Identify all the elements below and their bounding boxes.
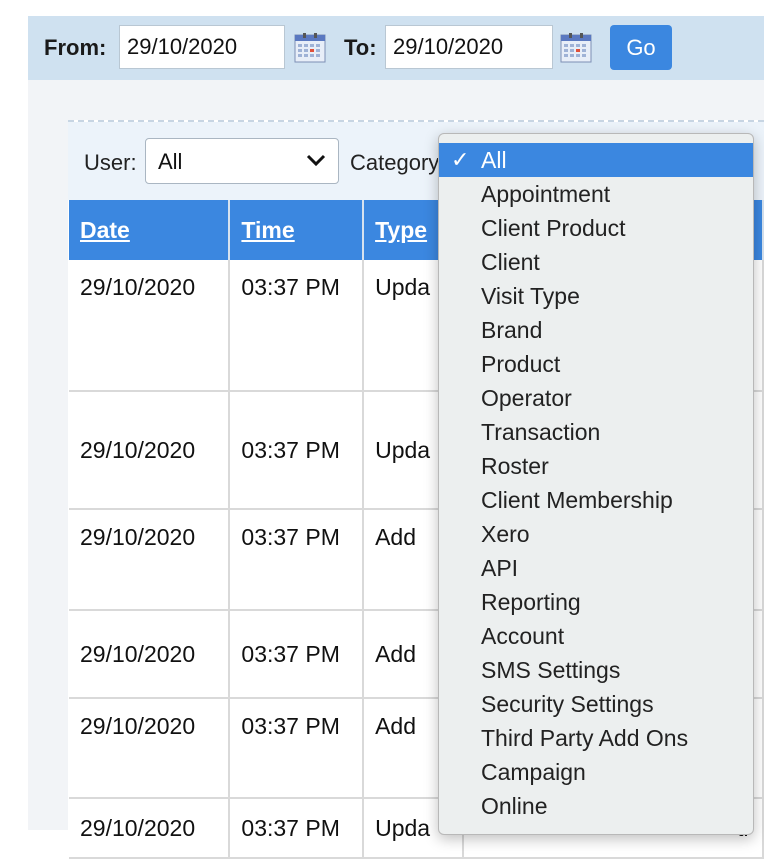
category-option[interactable]: Account <box>439 619 753 653</box>
category-option[interactable]: Security Settings <box>439 687 753 721</box>
time-column-header[interactable]: Time <box>229 200 365 260</box>
row-date: 29/10/2020 <box>69 698 231 799</box>
date-range-bar: From: 29/10/2020 To: 29/10/2020 Go <box>28 16 764 80</box>
category-option[interactable]: Xero <box>439 517 753 551</box>
category-option[interactable]: Online <box>439 789 753 823</box>
to-date-input[interactable]: 29/10/2020 <box>385 25 553 69</box>
date-column-header[interactable]: Date <box>69 200 231 260</box>
category-option[interactable]: Third Party Add Ons <box>439 721 753 755</box>
row-time: 03:37 PM <box>229 610 365 699</box>
user-select[interactable]: All <box>145 138 339 184</box>
from-date-input[interactable]: 29/10/2020 <box>119 25 285 69</box>
go-button[interactable]: Go <box>610 25 672 70</box>
row-date: 29/10/2020 <box>69 798 231 859</box>
row-time: 03:37 PM <box>229 260 365 392</box>
row-date: 29/10/2020 <box>69 391 231 510</box>
row-date: 29/10/2020 <box>69 260 231 392</box>
checkmark-icon: ✓ <box>451 147 470 172</box>
chevron-down-icon <box>306 154 326 167</box>
category-option-label: All <box>481 147 507 173</box>
category-option[interactable]: Transaction <box>439 415 753 449</box>
row-time: 03:37 PM <box>229 698 365 799</box>
category-option[interactable]: Roster <box>439 449 753 483</box>
row-date: 29/10/2020 <box>69 610 231 699</box>
category-option[interactable]: Product <box>439 347 753 381</box>
calendar-icon[interactable] <box>294 33 326 63</box>
category-dropdown-menu[interactable]: ✓ All Appointment Client Product Client … <box>438 133 754 835</box>
row-time: 03:37 PM <box>229 509 365 611</box>
category-option[interactable]: Client <box>439 245 753 279</box>
category-option[interactable]: Brand <box>439 313 753 347</box>
category-filter-label: Category <box>350 150 440 175</box>
row-time: 03:37 PM <box>229 391 365 510</box>
category-option[interactable]: Visit Type <box>439 279 753 313</box>
category-option[interactable]: Operator <box>439 381 753 415</box>
category-option[interactable]: Reporting <box>439 585 753 619</box>
calendar-icon[interactable] <box>560 33 592 63</box>
user-select-value: All <box>158 149 183 174</box>
category-option[interactable]: Client Membership <box>439 483 753 517</box>
row-time: 03:37 PM <box>229 798 365 859</box>
category-option[interactable]: SMS Settings <box>439 653 753 687</box>
to-label: To: <box>344 35 377 60</box>
category-option[interactable]: Appointment <box>439 177 753 211</box>
from-label: From: <box>44 35 107 60</box>
category-option[interactable]: Client Product <box>439 211 753 245</box>
category-option[interactable]: API <box>439 551 753 585</box>
user-filter-label: User: <box>84 150 137 175</box>
category-option-all[interactable]: ✓ All <box>439 143 753 177</box>
category-option[interactable]: Campaign <box>439 755 753 789</box>
row-date: 29/10/2020 <box>69 509 231 611</box>
